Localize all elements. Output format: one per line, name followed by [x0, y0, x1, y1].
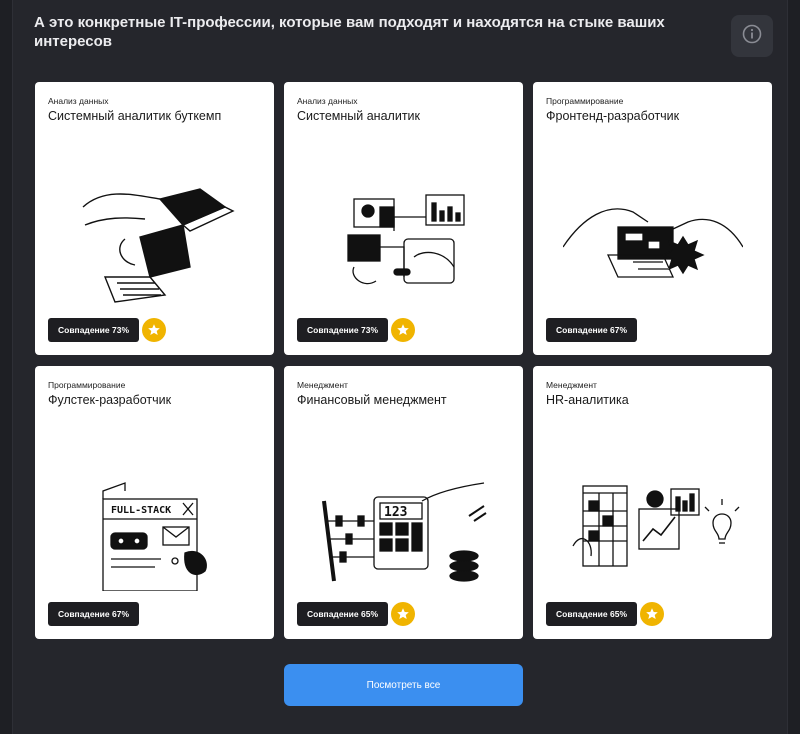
profession-card[interactable]: Менеджмент HR-аналитика Совпадение 65% [533, 366, 772, 639]
card-category: Менеджмент [546, 380, 597, 390]
card-category: Менеджмент [297, 380, 348, 390]
dashboard-illustration [314, 177, 494, 307]
profession-card[interactable]: Анализ данных Системный аналитик буткемп… [35, 82, 274, 355]
laptop-hands-illustration [65, 177, 245, 307]
match-badge: Совпадение 67% [48, 602, 140, 626]
match-badge: Совпадение 73% [297, 318, 389, 342]
profession-card[interactable]: Программирование Фронтенд-разработчик Со… [533, 82, 772, 355]
fullstack-window-illustration: FULL-STACK [65, 461, 245, 592]
profession-card[interactable]: Анализ данных Системный аналитик Совпаде… [284, 82, 523, 355]
star-icon [640, 602, 664, 626]
card-title: Системный аналитик [297, 109, 420, 123]
info-button[interactable] [731, 15, 773, 57]
analytics-lightbulb-illustration [563, 461, 743, 591]
info-icon [741, 23, 763, 50]
page-title: А это конкретные IT-профессии, которые в… [34, 14, 665, 50]
card-title: Фронтенд-разработчик [546, 109, 680, 123]
card-title: Финансовый менеджмент [297, 393, 447, 407]
profession-card[interactable]: Программирование Фулстек-разработчик FUL… [35, 366, 274, 639]
fullstack-label: FULL-STACK [111, 505, 171, 516]
card-title: Системный аналитик буткемп [48, 109, 222, 123]
card-title: Фулстек-разработчик [48, 393, 172, 407]
show-all-button[interactable]: Посмотреть все [284, 664, 523, 706]
card-category: Программирование [546, 96, 624, 106]
puzzle-hands-illustration [562, 177, 744, 307]
profession-card[interactable]: Менеджмент Финансовый менеджмент 123 Сов… [284, 366, 523, 639]
calculator-display: 123 [384, 505, 407, 520]
card-title: HR-аналитика [546, 393, 629, 407]
match-badge: Совпадение 65% [297, 602, 389, 626]
match-badge: Совпадение 65% [546, 602, 638, 626]
star-icon [142, 318, 166, 342]
match-badge: Совпадение 73% [48, 318, 140, 342]
card-category: Анализ данных [48, 96, 109, 106]
star-icon [391, 602, 415, 626]
card-category: Анализ данных [297, 96, 358, 106]
star-icon [391, 318, 415, 342]
card-category: Программирование [48, 380, 126, 390]
match-badge: Совпадение 67% [546, 318, 638, 342]
abacus-calculator-illustration: 123 [314, 461, 494, 591]
